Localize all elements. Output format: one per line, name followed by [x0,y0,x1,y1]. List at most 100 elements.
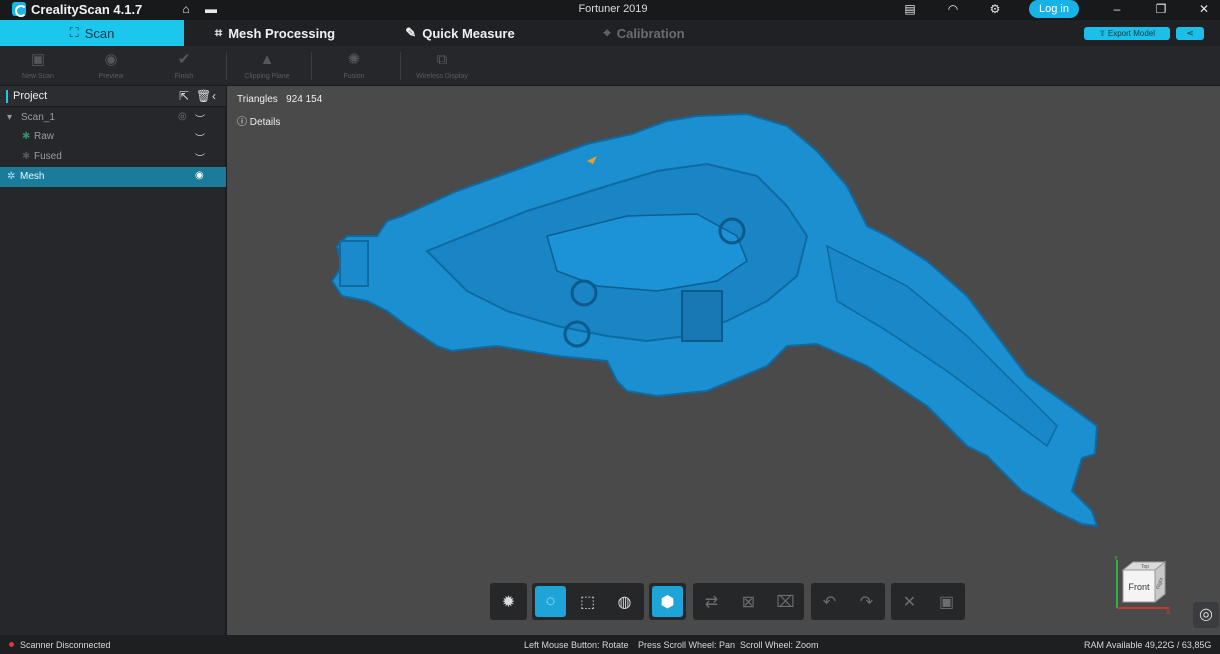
delete-icon[interactable]: 🗑 [196,89,211,103]
toolbar-divider [311,52,312,80]
ram-available: RAM Available 49,22G / 63,85G [1084,640,1212,650]
status-bar: Scanner Disconnected Left Mouse Button: … [0,635,1220,654]
project-panel-header: Project ⇱ 🗑 ‹ [0,86,226,107]
tree-item-fused[interactable]: ✱ Fused ︶ [0,147,226,166]
redo-button[interactable]: ↷ [851,586,882,617]
notes-icon[interactable]: ▤ [903,2,917,16]
see-through-cube-icon: ⬢ [660,593,675,611]
cancel-edit-button[interactable]: ✕ [894,586,925,617]
tree-item-mesh[interactable]: ✲ Mesh ◉ [0,167,226,187]
info-circle-icon: ⓘ [237,117,247,128]
tab-quick-measure-label: Quick Measure [422,25,515,41]
restore-window-icon[interactable]: ❐ [1154,2,1168,16]
wireless-display-label: Wireless Display [416,73,468,80]
finish-button[interactable]: ✔ Finish [156,50,212,84]
target-locate-icon: ◎ [1199,606,1213,623]
collapse-panel-icon[interactable]: ‹ [212,89,216,103]
mesh-icon: ✲ [7,171,16,182]
tab-mesh-processing-label: Mesh Processing [228,25,336,41]
settings-gear-icon[interactable]: ⚙ [988,2,1002,16]
connected-select-icon: ◍ [617,593,632,611]
tool-group-brush: ✹ [490,583,527,620]
eye-open-icon[interactable]: ◉ [195,170,204,181]
share-button[interactable]: ⋖ [1176,27,1204,40]
scan-toolbar: ▣ New Scan ◉ Preview ✔ Finish ▲ Clipping… [0,46,1220,86]
tree-item-label: Mesh [20,171,45,182]
undo-icon: ↶ [822,593,837,611]
tree-item-scan-1[interactable]: ▾ Scan_1 ◎ ︶ [0,108,226,127]
eye-closed-icon[interactable]: ︶ [195,150,205,165]
lasso-select-button[interactable]: ◌ [535,586,566,617]
fused-cloud-icon: ✱ [22,151,31,162]
crosshair-icon: ⌖ [603,25,611,40]
wireless-display-icon: ⧉ [436,51,448,68]
clipping-plane-icon: ▲ [259,51,275,68]
see-through-button[interactable]: ⬢ [652,586,683,617]
project-panel: Project ⇱ 🗑 ‹ ▾ Scan_1 ◎ ︶ ✱ Raw ︶ ✱ Fus… [0,86,226,635]
navigation-cube[interactable]: Front Top Right Y X [1111,556,1173,614]
brush-select-button[interactable]: ✹ [493,586,524,617]
rect-select-button[interactable]: ⬚ [572,586,603,617]
cube-top-label: Top [1141,564,1149,570]
tab-calibration-label: Calibration [616,25,685,41]
chevron-down-icon: ▾ [7,112,13,123]
export-model-label: Export Model [1107,29,1156,38]
clear-selection-icon: ⊠ [741,593,756,611]
wireless-display-button[interactable]: ⧉ Wireless Display [414,50,470,84]
scanner-status-dot [9,642,14,647]
3d-viewport[interactable]: Triangles 924 154 ⓘ Details ✹ ◌ ⬚ ◍ ⬢ ⇄ … [227,86,1220,635]
cube-front-label: Front [1128,582,1150,592]
tool-group-view: ⬢ [649,583,686,620]
triangles-value: 924 154 [286,94,323,105]
connected-select-button[interactable]: ◍ [609,586,640,617]
delete-selection-icon: ⌧ [776,593,795,611]
save-edit-button[interactable]: ▣ [931,586,962,617]
check-icon: ✔ [177,51,191,68]
new-scan-button[interactable]: ▣ New Scan [10,50,66,84]
support-headset-icon[interactable]: ◠ [946,2,960,16]
details-toggle[interactable]: ⓘ Details [237,113,280,128]
close-icon[interactable]: ✕ [1197,2,1211,16]
share-icon: ⋖ [1186,28,1194,38]
rect-select-icon: ⬚ [579,593,596,611]
tab-scan[interactable]: ⛶ Scan [0,20,184,46]
finish-label: Finish [174,73,194,80]
clear-selection-button[interactable]: ⊠ [733,586,764,617]
tab-quick-measure[interactable]: ✎ Quick Measure [395,20,525,46]
tree-item-raw[interactable]: ✱ Raw ︶ [0,127,226,146]
eye-closed-icon[interactable]: ︶ [195,130,205,145]
tool-group-history: ↶ ↷ [811,583,885,620]
tool-group-confirm: ✕ ▣ [891,583,965,620]
eye-icon: ◉ [104,51,118,68]
export-model-button[interactable]: ⇪ Export Model [1084,27,1170,40]
tree-item-label: Raw [34,131,55,142]
export-project-icon[interactable]: ⇱ [179,89,189,103]
delete-selection-button[interactable]: ⌧ [770,586,801,617]
view-reset-button[interactable]: ◎ [1193,602,1219,628]
app-window: CrealityScan 4.1.7 ⌂ ▬ Fortuner 2019 ▤ ◠… [0,0,1220,654]
toolbar-divider [226,52,227,80]
minimize-icon[interactable]: – [1110,2,1124,16]
undo-button[interactable]: ↶ [814,586,845,617]
hint-zoom: Scroll Wheel: Zoom [740,640,819,650]
fusion-button[interactable]: ✺ Fusion [326,50,382,84]
login-button[interactable]: Log in [1029,0,1079,18]
settings-circle-icon[interactable]: ◎ [178,111,187,122]
pencil-icon: ✎ [405,25,417,40]
scanned-headlight-mesh[interactable] [227,86,1220,635]
hint-rotate: Left Mouse Button: Rotate [524,640,629,650]
preview-label: Preview [98,73,124,80]
preview-button[interactable]: ◉ Preview [83,50,139,84]
y-axis-label: Y [1114,556,1118,562]
eye-closed-icon[interactable]: ︶ [195,111,205,126]
new-scan-icon: ▣ [30,51,46,68]
tool-group-edit: ⇄ ⊠ ⌧ [693,583,804,620]
tab-mesh-processing[interactable]: ⌗ Mesh Processing [200,20,350,46]
lasso-select-icon: ◌ [545,592,556,610]
invert-selection-button[interactable]: ⇄ [696,586,727,617]
tab-calibration[interactable]: ⌖ Calibration [592,20,696,46]
point-cloud-icon: ✱ [22,131,31,142]
clipping-plane-button[interactable]: ▲ Clipping Plane [239,50,295,84]
tree-item-label: Fused [34,151,62,162]
close-icon: ✕ [902,593,917,611]
